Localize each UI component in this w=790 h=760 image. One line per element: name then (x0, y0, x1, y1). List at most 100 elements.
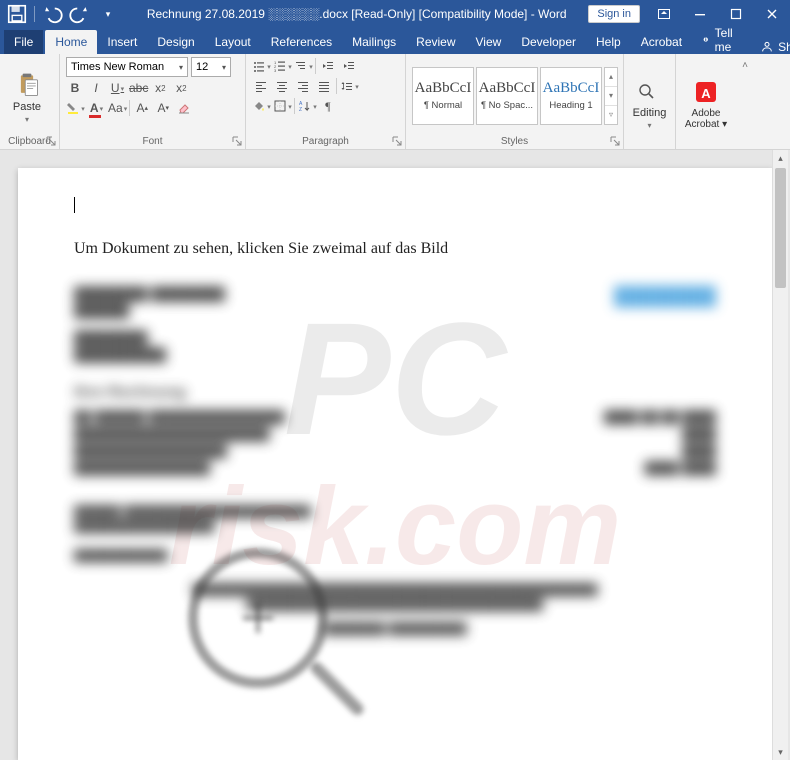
tab-acrobat[interactable]: Acrobat (631, 30, 692, 54)
align-right-button[interactable] (294, 77, 312, 95)
paste-button[interactable]: Paste ▾ (6, 57, 48, 134)
line-spacing-button[interactable] (340, 77, 358, 95)
styles-gallery-scroll[interactable]: ▴▾▿ (604, 67, 618, 125)
gallery-up-icon[interactable]: ▴ (605, 68, 617, 87)
highlight-icon (66, 101, 80, 115)
tab-insert[interactable]: Insert (97, 30, 147, 54)
tab-view[interactable]: View (466, 30, 512, 54)
multilevel-list-button[interactable] (294, 57, 312, 75)
justify-button[interactable] (315, 77, 333, 95)
sort-button[interactable]: AZ (298, 97, 316, 115)
sign-in-button[interactable]: Sign in (588, 5, 640, 23)
bullets-button[interactable] (252, 57, 270, 75)
text-highlight-button[interactable] (66, 99, 84, 117)
editing-label: Editing (633, 107, 667, 119)
style-heading-1[interactable]: AaBbCcIHeading 1 (540, 67, 602, 125)
align-center-icon (275, 79, 289, 93)
tab-references[interactable]: References (261, 30, 342, 54)
strikethrough-button[interactable]: abc (129, 79, 148, 97)
bullets-icon (252, 59, 266, 73)
increase-indent-button[interactable] (340, 57, 358, 75)
minimize-icon[interactable] (682, 0, 718, 28)
shading-button[interactable] (252, 97, 270, 115)
styles-dialog-launcher-icon[interactable] (610, 136, 620, 146)
clipboard-dialog-launcher-icon[interactable] (46, 136, 56, 146)
redo-icon[interactable] (69, 3, 91, 25)
qat-customize-icon[interactable]: ▾ (97, 3, 119, 25)
style-no-spacing[interactable]: AaBbCcI¶ No Spac... (476, 67, 538, 125)
tab-layout[interactable]: Layout (205, 30, 261, 54)
bold-button[interactable]: B (66, 79, 84, 97)
scroll-up-icon[interactable]: ▴ (773, 150, 788, 166)
show-hide-button[interactable]: ¶ (319, 97, 337, 115)
subscript-button[interactable]: x2 (151, 79, 169, 97)
blurred-embedded-image[interactable]: ████████ ████████ ██████ ████████ ██████… (74, 286, 716, 637)
font-color-button[interactable]: A (87, 99, 105, 117)
align-left-button[interactable] (252, 77, 270, 95)
font-size-combo[interactable]: 12▾ (191, 57, 231, 77)
style-normal[interactable]: AaBbCcI¶ Normal (412, 67, 474, 125)
paste-label: Paste (13, 101, 41, 113)
borders-button[interactable] (273, 97, 291, 115)
tab-file[interactable]: File (4, 30, 43, 54)
document-page[interactable]: PC risk.com Um Dokument zu sehen, klicke… (18, 168, 772, 760)
shrink-font-button[interactable]: A▾ (154, 99, 172, 117)
tab-help[interactable]: Help (586, 30, 631, 54)
eraser-icon (177, 101, 191, 115)
find-icon (636, 77, 664, 105)
change-case-button[interactable]: Aa (108, 99, 126, 117)
share-button[interactable]: Share (748, 40, 790, 54)
grow-font-button[interactable]: A▴ (133, 99, 151, 117)
borders-icon (273, 99, 287, 113)
numbering-icon: 123 (273, 59, 287, 73)
tab-developer[interactable]: Developer (511, 30, 586, 54)
group-paragraph-label: Paragraph (252, 134, 399, 147)
tab-review[interactable]: Review (406, 30, 465, 54)
undo-icon[interactable] (41, 3, 63, 25)
tab-design[interactable]: Design (147, 30, 204, 54)
decrease-indent-button[interactable] (319, 57, 337, 75)
group-font-label: Font (66, 134, 239, 147)
group-editing-label (630, 145, 669, 147)
tab-mailings[interactable]: Mailings (342, 30, 406, 54)
numbering-button[interactable]: 123 (273, 57, 291, 75)
line-spacing-icon (340, 79, 354, 93)
close-icon[interactable] (754, 0, 790, 28)
italic-button[interactable]: I (87, 79, 105, 97)
maximize-icon[interactable] (718, 0, 754, 28)
acrobat-icon: A (692, 78, 720, 106)
acrobat-label: Adobe Acrobat ▾ (682, 108, 730, 130)
gallery-more-icon[interactable]: ▿ (605, 106, 617, 124)
svg-text:Z: Z (299, 107, 302, 113)
window-title: Rechnung 27.08.2019 ░░░░░░.docx [Read-On… (125, 7, 588, 21)
superscript-button[interactable]: x2 (172, 79, 190, 97)
font-family-combo[interactable]: Times New Roman▾ (66, 57, 188, 77)
outdent-icon (321, 59, 335, 73)
svg-text:3: 3 (274, 68, 277, 73)
sort-icon: AZ (298, 99, 312, 113)
vertical-scrollbar[interactable]: ▴ ▾ (772, 150, 788, 760)
font-dialog-launcher-icon[interactable] (232, 136, 242, 146)
ribbon-display-options-icon[interactable] (646, 0, 682, 28)
clear-formatting-button[interactable] (175, 99, 193, 117)
ribbon: Paste ▾ Clipboard Times New Roman▾ 12▾ B… (0, 54, 790, 150)
share-label: Share (778, 40, 790, 54)
qat-separator (34, 6, 35, 22)
underline-button[interactable]: U (108, 79, 126, 97)
text-cursor (74, 197, 75, 213)
gallery-down-icon[interactable]: ▾ (605, 87, 617, 106)
scroll-down-icon[interactable]: ▾ (773, 744, 788, 760)
align-center-button[interactable] (273, 77, 291, 95)
editing-dropdown[interactable]: Editing ▾ (630, 57, 669, 145)
adobe-acrobat-button[interactable]: A Adobe Acrobat ▾ (682, 57, 730, 147)
save-icon[interactable] (6, 3, 28, 25)
collapse-ribbon-icon[interactable]: ˄ (736, 54, 754, 149)
align-left-icon (254, 79, 268, 93)
paste-icon (13, 71, 41, 99)
tab-home[interactable]: Home (45, 30, 97, 54)
scrollbar-thumb[interactable] (775, 168, 786, 288)
tell-me-label: Tell me (715, 26, 738, 54)
paragraph-dialog-launcher-icon[interactable] (392, 136, 402, 146)
font-size-value: 12 (196, 61, 219, 73)
tell-me-search[interactable]: Tell me (692, 26, 748, 54)
